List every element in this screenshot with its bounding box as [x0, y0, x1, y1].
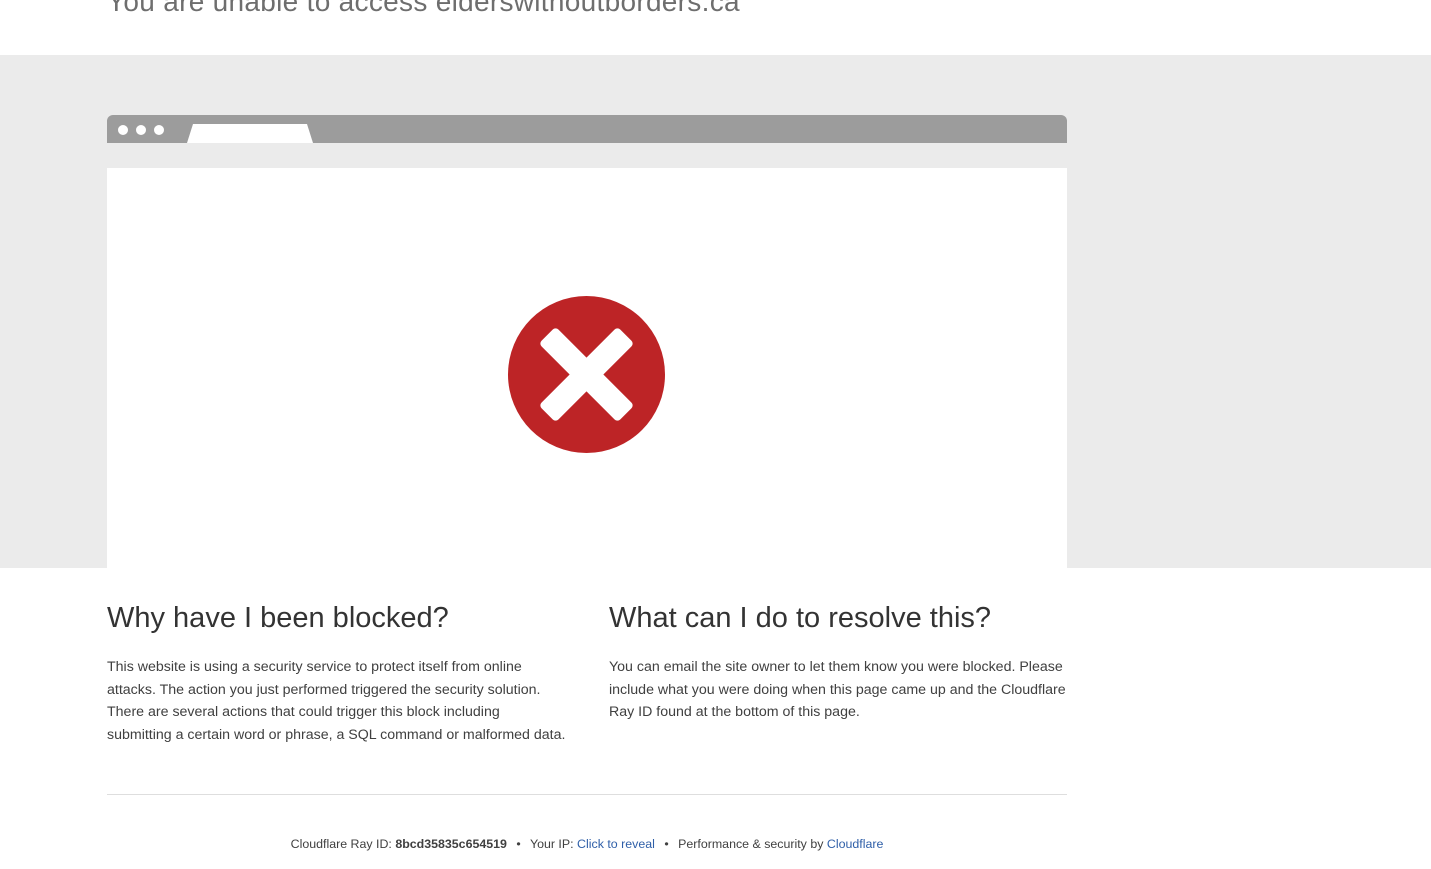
- ip-label: Your IP:: [529, 837, 574, 851]
- browser-dot-icon: [154, 125, 164, 135]
- reveal-ip-link[interactable]: Click to reveal: [577, 837, 655, 851]
- resolve-heading: What can I do to resolve this?: [609, 602, 992, 634]
- resolve-text: You can email the site owner to let them…: [609, 659, 1066, 720]
- performance-label: Performance & security by: [678, 837, 824, 851]
- resolve-section: What can I do to resolve this? You can e…: [609, 600, 1069, 724]
- browser-dot-icon: [136, 125, 146, 135]
- why-blocked-section: Why have I been blocked? This website is…: [107, 600, 567, 746]
- ray-id-value: 8bcd35835c654519: [395, 837, 507, 851]
- page-header: You are unable to access elderswithoutbo…: [0, 0, 1431, 55]
- browser-illustration-bar: [107, 115, 1067, 143]
- cloudflare-link[interactable]: Cloudflare: [827, 837, 883, 851]
- browser-tab-icon: [187, 124, 313, 143]
- why-blocked-heading: Why have I been blocked?: [107, 602, 449, 634]
- browser-dot-icon: [118, 125, 128, 135]
- page-title: You are unable to access elderswithoutbo…: [107, 0, 740, 17]
- why-blocked-text: This website is using a security service…: [107, 659, 566, 743]
- error-x-circle-icon: [507, 295, 666, 454]
- browser-illustration-window: [107, 168, 1067, 568]
- ray-id-label: Cloudflare Ray ID:: [290, 837, 392, 851]
- footer-separator: •: [664, 837, 669, 851]
- footer-separator: •: [516, 837, 521, 851]
- footer-divider: [107, 794, 1067, 795]
- footer: Cloudflare Ray ID: 8bcd35835c654519 • Yo…: [107, 837, 1067, 851]
